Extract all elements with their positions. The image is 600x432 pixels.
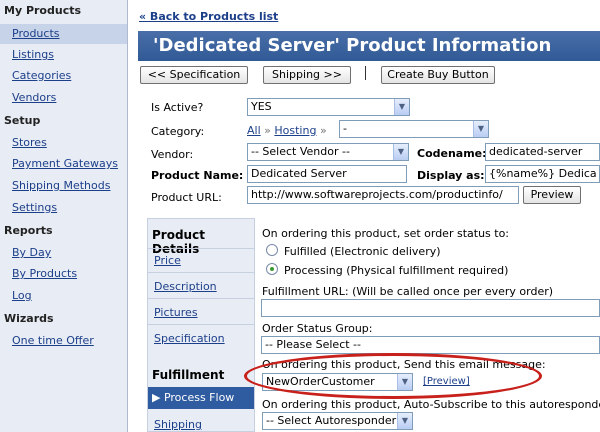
radio-fulfilled-label: Fulfilled (Electronic delivery) xyxy=(284,245,441,258)
crumb-separator: » xyxy=(319,124,327,137)
tab-divider xyxy=(148,248,254,249)
radio-processing-label: Processing (Physical fulfillment require… xyxy=(284,264,509,277)
tab-heading-product-details: Product Details xyxy=(152,228,205,256)
is-active-select[interactable]: YES ▼ xyxy=(247,98,410,116)
nav-item-vendors[interactable]: Vendors xyxy=(0,88,127,108)
toolbar-separator xyxy=(365,66,366,80)
main-content: « Back to Products list 'Dedicated Serve… xyxy=(129,0,600,432)
create-buy-button[interactable]: Create Buy Button xyxy=(381,66,495,84)
is-active-value: YES xyxy=(251,100,272,113)
codename-input[interactable]: dedicated-server xyxy=(485,143,600,161)
category-crumb-hosting[interactable]: Hosting xyxy=(274,124,316,137)
nav-item-one-time-offer[interactable]: One time Offer xyxy=(0,331,127,351)
email-message-prompt: On ordering this product, Send this emai… xyxy=(262,358,546,371)
chevron-down-icon: ▼ xyxy=(473,121,488,137)
tab-pictures[interactable]: Pictures xyxy=(154,306,198,319)
radio-processing[interactable] xyxy=(266,263,278,275)
chevron-down-icon: ▼ xyxy=(397,374,412,390)
chevron-down-icon: ▼ xyxy=(397,413,412,429)
nav-heading-setup: Setup xyxy=(4,114,41,127)
codename-label: Codename: xyxy=(417,147,487,160)
nav-item-payment-gateways[interactable]: Payment Gateways xyxy=(0,154,127,174)
tab-specification[interactable]: Specification xyxy=(154,332,225,345)
order-status-prompt: On ordering this product, set order stat… xyxy=(262,227,510,240)
vendor-value: -- Select Vendor -- xyxy=(251,145,350,158)
product-url-preview-button[interactable]: Preview xyxy=(523,186,581,204)
nav-item-listings[interactable]: Listings xyxy=(0,45,127,65)
product-url-input[interactable]: http://www.softwareprojects.com/producti… xyxy=(247,186,519,204)
vendor-select[interactable]: -- Select Vendor -- ▼ xyxy=(247,143,409,161)
radio-fulfilled[interactable] xyxy=(266,244,278,256)
back-to-products-link[interactable]: « Back to Products list xyxy=(139,10,278,23)
tab-heading-fulfillment: Fulfillment xyxy=(152,368,225,382)
tab-shipping[interactable]: Shipping xyxy=(154,418,202,431)
nav-heading-my-products: My Products xyxy=(4,4,82,17)
autoresponder-select[interactable]: -- Select Autoresponder -- ▼ xyxy=(262,412,413,430)
product-name-label: Product Name: xyxy=(151,169,244,182)
vendor-label: Vendor: xyxy=(151,148,194,161)
product-name-input[interactable]: Dedicated Server xyxy=(247,165,407,183)
next-shipping-button[interactable]: Shipping >> xyxy=(263,66,351,84)
tab-divider xyxy=(148,298,254,299)
tab-divider xyxy=(148,272,254,273)
left-navigation: My Products Products Listings Categories… xyxy=(0,0,128,432)
tab-divider xyxy=(148,324,254,325)
category-value: - xyxy=(343,122,347,135)
email-message-value: NewOrderCustomer xyxy=(266,375,375,388)
nav-item-by-day[interactable]: By Day xyxy=(0,243,127,263)
email-message-select[interactable]: NewOrderCustomer ▼ xyxy=(262,373,413,391)
category-select[interactable]: - ▼ xyxy=(339,120,489,138)
fulfillment-url-input[interactable] xyxy=(261,299,600,317)
category-crumb-all[interactable]: All xyxy=(247,124,261,137)
nav-heading-wizards: Wizards xyxy=(4,312,54,325)
autoresponder-value: -- Select Autoresponder -- xyxy=(266,414,408,427)
category-breadcrumb: All » Hosting » xyxy=(247,124,327,137)
nav-item-settings[interactable]: Settings xyxy=(0,198,127,218)
nav-item-products[interactable]: Products xyxy=(0,24,127,44)
autoresponder-prompt: On ordering this product, Auto-Subscribe… xyxy=(262,398,600,411)
prev-specification-button[interactable]: << Specification xyxy=(140,66,248,84)
nav-heading-reports: Reports xyxy=(4,224,53,237)
product-tabs-panel: Product Details Price Description Pictur… xyxy=(147,218,255,432)
tab-price[interactable]: Price xyxy=(154,254,181,267)
nav-item-stores[interactable]: Stores xyxy=(0,133,127,153)
is-active-label: Is Active? xyxy=(151,101,204,114)
order-status-group-select[interactable]: -- Please Select -- xyxy=(261,336,600,354)
order-status-group-value: -- Please Select -- xyxy=(265,338,361,351)
email-preview-link[interactable]: [Preview] xyxy=(423,376,470,387)
nav-item-by-products[interactable]: By Products xyxy=(0,264,127,284)
product-url-label: Product URL: xyxy=(151,191,222,204)
display-as-input[interactable]: {%name%} Dedica xyxy=(485,165,600,183)
nav-item-categories[interactable]: Categories xyxy=(0,66,127,86)
chevron-down-icon: ▼ xyxy=(393,144,408,160)
order-status-group-label: Order Status Group: xyxy=(262,322,373,335)
nav-item-shipping-methods[interactable]: Shipping Methods xyxy=(0,176,127,196)
category-label: Category: xyxy=(151,125,205,138)
nav-item-log[interactable]: Log xyxy=(0,286,127,306)
tab-process-flow[interactable]: ▶ Process Flow xyxy=(148,387,254,409)
crumb-separator: » xyxy=(264,124,271,137)
chevron-down-icon: ▼ xyxy=(394,99,409,115)
display-as-label: Display as: xyxy=(417,169,485,182)
tab-description[interactable]: Description xyxy=(154,280,217,293)
fulfillment-url-label: Fulfillment URL: (Will be called once pe… xyxy=(262,285,554,298)
page-title: 'Dedicated Server' Product Information xyxy=(138,31,600,61)
